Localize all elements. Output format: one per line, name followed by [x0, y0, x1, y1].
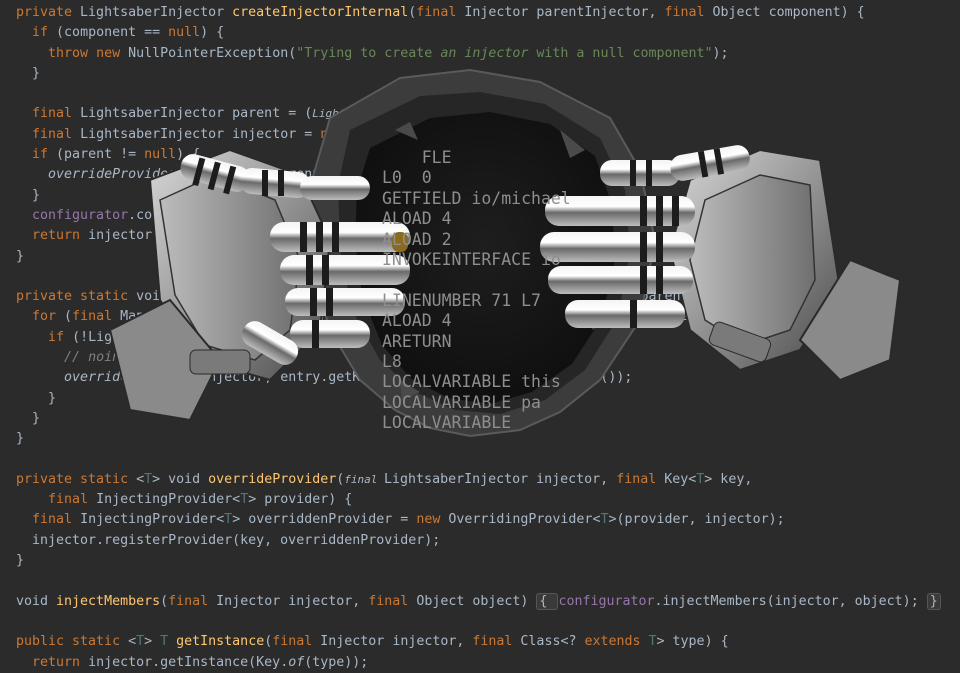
bytecode-line: ALOAD 2: [382, 229, 452, 249]
bytecode-line: FLE: [382, 148, 452, 167]
code-token: final: [168, 593, 217, 609]
code-token: Injector injector,: [216, 593, 369, 609]
code-token: void: [16, 593, 57, 609]
bytecode-line: L8: [382, 351, 402, 371]
code-token: T: [136, 634, 145, 650]
bytecode-line: LOCALVARIABLE this: [382, 372, 561, 392]
bytecode-line: ALOAD 4: [382, 209, 452, 229]
bytecode-line: [382, 270, 571, 290]
code-line: return injector.getInstance(Key.of(type)…: [16, 653, 941, 673]
code-token: injector.getInstance(Key.: [88, 654, 289, 670]
code-token: final: [368, 593, 417, 609]
code-line: }: [16, 551, 941, 571]
code-token: T: [648, 634, 657, 650]
code-token: >: [144, 634, 161, 650]
code-token: }: [16, 553, 25, 569]
code-token: }: [926, 592, 941, 610]
code-token: final: [472, 634, 521, 650]
code-token: getInstance: [176, 634, 265, 650]
code-token: extends: [584, 634, 649, 650]
code-token: T: [160, 634, 177, 650]
bytecode-line: LOCALVARIABLE pa: [382, 392, 541, 412]
code-token: (type));: [304, 654, 369, 670]
code-token: Object object): [416, 593, 537, 609]
bytecode-view: FLE L0 0 GETFIELD io/michael ALOAD 4 ALOAD 2…: [382, 148, 571, 433]
code-token: <: [128, 634, 137, 650]
bytecode-line: LINENUMBER 71 L7: [382, 290, 541, 310]
code-token: .injectMembers(injector, object);: [654, 593, 927, 609]
code-token: Class<?: [520, 634, 585, 650]
code-token: {: [536, 592, 559, 610]
code-token: (: [160, 593, 169, 609]
code-token: return: [32, 654, 89, 670]
code-token: public static: [16, 634, 129, 650]
code-token: configurator: [558, 593, 655, 609]
bytecode-line: L0 0: [382, 168, 432, 188]
code-token: of: [288, 654, 305, 670]
bytecode-line: ALOAD 4: [382, 311, 452, 331]
bytecode-line: LOCALVARIABLE: [382, 413, 512, 433]
code-line: public static <T> T getInstance(final In…: [16, 632, 941, 652]
bytecode-line: ARETURN: [382, 331, 452, 351]
code-token: final: [272, 634, 321, 650]
code-line: void injectMembers(final Injector inject…: [16, 592, 941, 612]
bytecode-line: GETFIELD io/michael: [382, 188, 571, 208]
bytecode-line: INVOKEINTERFACE io: [382, 249, 561, 269]
code-token: > type) {: [656, 634, 729, 650]
code-token: injectMembers: [56, 593, 161, 609]
code-token: Injector injector,: [320, 634, 473, 650]
code-token: (: [264, 634, 273, 650]
